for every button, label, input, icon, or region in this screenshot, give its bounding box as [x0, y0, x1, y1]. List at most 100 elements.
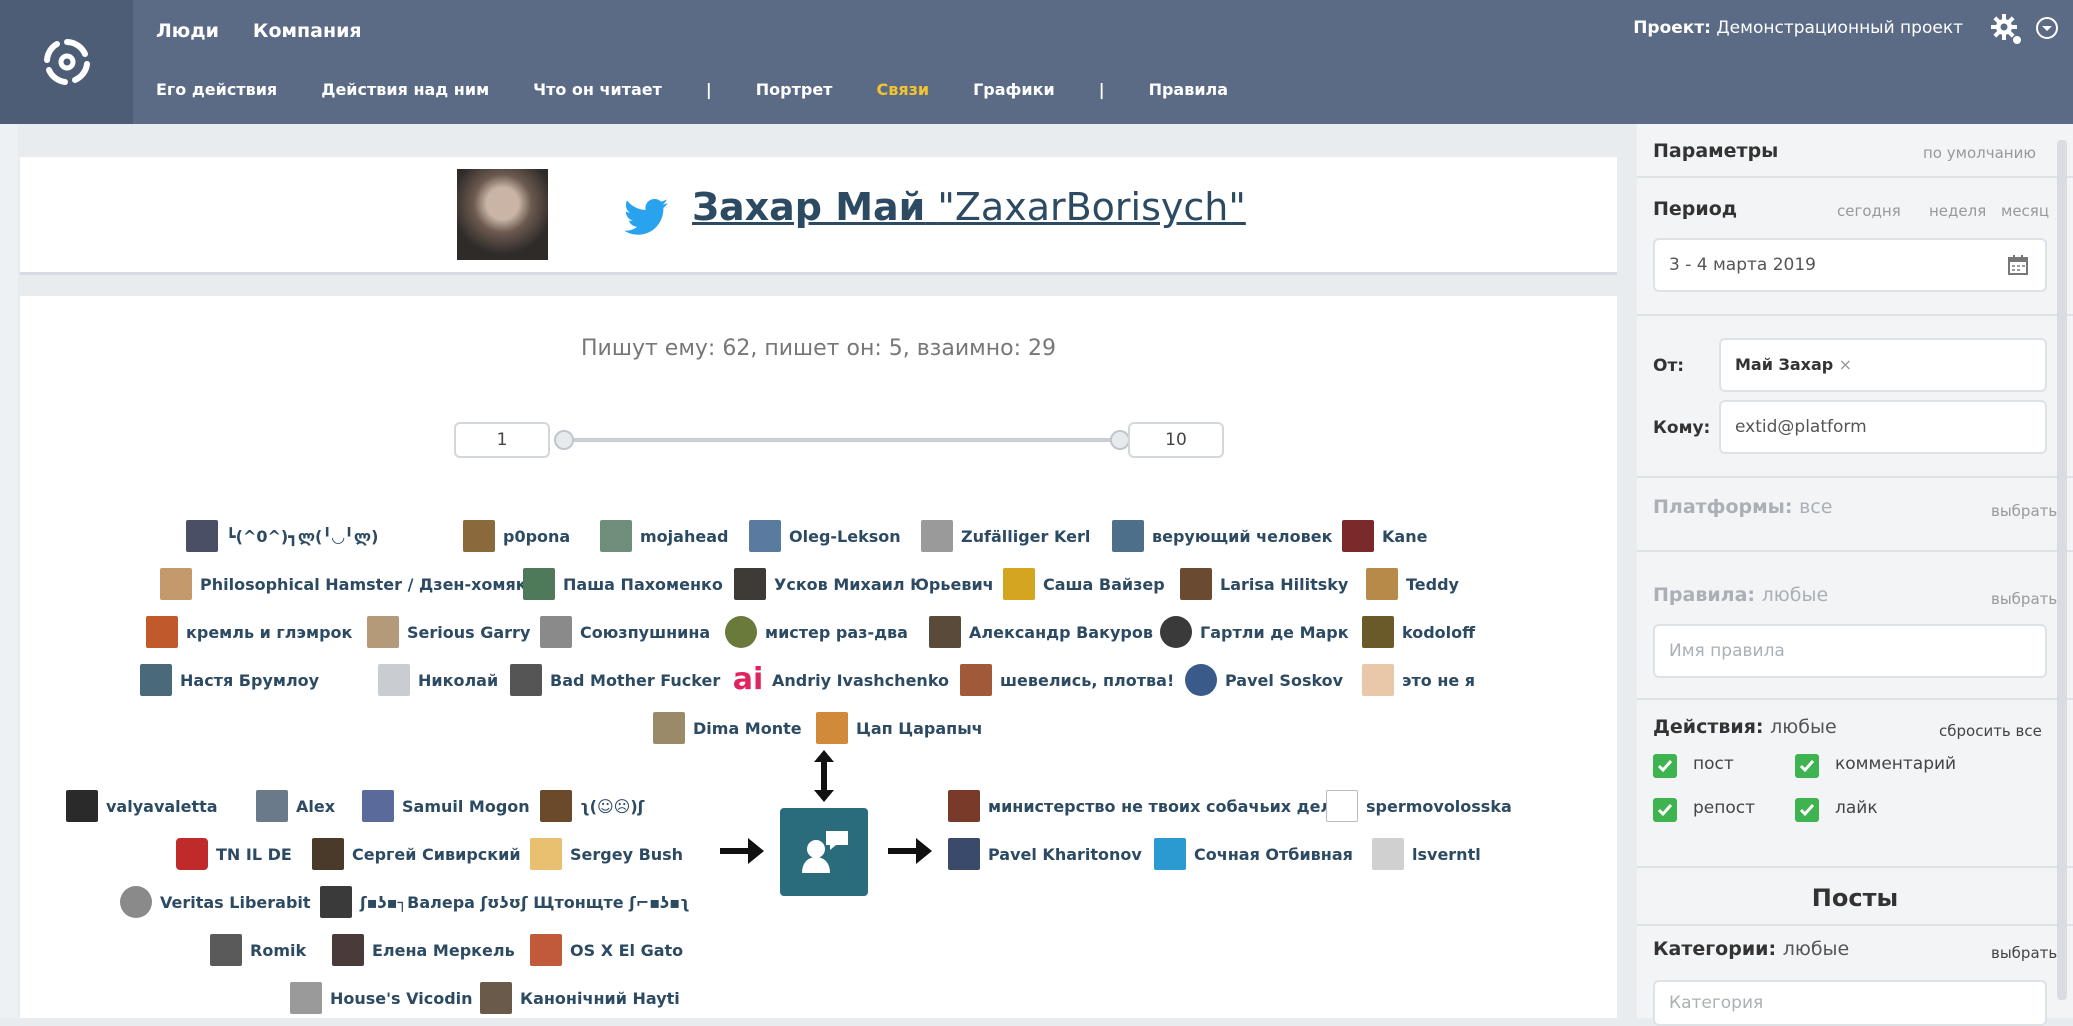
- node-chip[interactable]: kodoloff: [1362, 616, 1475, 648]
- checkbox-post[interactable]: [1653, 754, 1677, 778]
- tab-portrait[interactable]: Портрет: [756, 80, 833, 99]
- node-chip[interactable]: Сергей Сивирский: [312, 838, 521, 870]
- node-chip[interactable]: Александр Вакуров: [929, 616, 1153, 648]
- node-chip[interactable]: кремль и глэмрок: [146, 616, 352, 648]
- node-chip[interactable]: ┗(^0^)┓ლ(╹◡╹ლ): [186, 520, 378, 552]
- node-chip[interactable]: Канонічний Hayti: [480, 982, 680, 1014]
- node-chip[interactable]: Alex: [256, 790, 335, 822]
- node-label: spermovolosska: [1366, 796, 1512, 816]
- node-chip[interactable]: Teddy: [1366, 568, 1459, 600]
- gear-icon[interactable]: [1989, 12, 2025, 52]
- from-input[interactable]: Май Захар ×: [1719, 338, 2047, 392]
- node-chip[interactable]: Сочная Отбивная: [1154, 838, 1353, 870]
- node-chip[interactable]: p0pona: [463, 520, 570, 552]
- node-chip[interactable]: верующий человек: [1112, 520, 1332, 552]
- slider-track[interactable]: [564, 438, 1118, 442]
- period-date-input[interactable]: 3 - 4 марта 2019: [1653, 238, 2047, 292]
- node-label: Цап Царапыч: [856, 718, 983, 738]
- node-chip[interactable]: Настя Брумлоу: [140, 664, 319, 696]
- node-chip[interactable]: Sergey Bush: [530, 838, 683, 870]
- category-input[interactable]: Категория: [1653, 980, 2047, 1026]
- node-label: Елена Меркель: [372, 940, 515, 960]
- avatar: [1185, 664, 1217, 696]
- weight-range-slider[interactable]: 1 10: [454, 422, 1224, 458]
- node-chip[interactable]: Kane: [1342, 520, 1427, 552]
- nav-company[interactable]: Компания: [253, 20, 362, 42]
- node-chip[interactable]: ʅ(☺︎☹︎)ʃ: [540, 790, 644, 822]
- check-icon: [1799, 760, 1815, 773]
- node-chip[interactable]: valyavaletta: [66, 790, 218, 822]
- node-chip[interactable]: Bad Mother Fucker: [510, 664, 720, 696]
- slider-handle-min[interactable]: [554, 430, 574, 450]
- node-chip[interactable]: TN IL DE: [176, 838, 292, 870]
- node-chip[interactable]: министерство не твоих собачьих дел: [948, 790, 1332, 822]
- chevron-down-icon[interactable]: [2035, 16, 2059, 44]
- params-default-link[interactable]: по умолчанию: [1923, 144, 2036, 162]
- node-chip[interactable]: Елена Меркель: [332, 934, 515, 966]
- node-chip[interactable]: OS X El Gato: [530, 934, 683, 966]
- tab-his-actions[interactable]: Его действия: [156, 80, 277, 99]
- node-chip[interactable]: Oleg-Lekson: [749, 520, 901, 552]
- node-chip[interactable]: mojahead: [600, 520, 728, 552]
- profile-link[interactable]: Захар Май "ZaxarBorisych": [692, 185, 1246, 229]
- node-chip[interactable]: Romik: [210, 934, 306, 966]
- node-chip[interactable]: Veritas Liberabit: [120, 886, 311, 918]
- calendar-icon[interactable]: [2007, 254, 2029, 276]
- node-chip[interactable]: Pavel Soskov: [1185, 664, 1343, 696]
- checkbox-comment[interactable]: [1795, 754, 1819, 778]
- tab-actions-on-him[interactable]: Действия над ним: [321, 80, 489, 99]
- node-chip[interactable]: шевелись, плотва!: [960, 664, 1174, 696]
- node-chip[interactable]: spermovolosska: [1326, 790, 1512, 822]
- nav-people[interactable]: Люди: [156, 20, 219, 42]
- checkbox-like[interactable]: [1795, 798, 1819, 822]
- node-chip[interactable]: ʃ▪︎ʖ▪︎┐Валера ʃʊʖʊʃ Щтонщте ʃ⌐▪︎ʖ▪︎ʅ: [320, 886, 690, 918]
- node-chip[interactable]: Larisa Hilitsky: [1180, 568, 1348, 600]
- categories-choose-link[interactable]: выбрать: [1991, 944, 2057, 962]
- scrollbar[interactable]: [2057, 140, 2067, 1000]
- range-min-input[interactable]: 1: [454, 422, 550, 458]
- node-chip[interactable]: Паша Пахоменко: [523, 568, 723, 600]
- node-label: House's Vicodin: [330, 988, 473, 1008]
- center-user-node[interactable]: [780, 808, 868, 896]
- node-chip[interactable]: Цап Царапыч: [816, 712, 983, 744]
- node-chip[interactable]: Саша Вайзер: [1003, 568, 1165, 600]
- slider-handle-max[interactable]: [1110, 430, 1130, 450]
- to-input[interactable]: extid@platform: [1719, 400, 2047, 454]
- node-chip[interactable]: Dima Monte: [653, 712, 802, 744]
- node-chip[interactable]: Philosophical Hamster / Дзен-хомяк: [160, 568, 527, 600]
- node-chip[interactable]: это не я: [1362, 664, 1475, 696]
- actions-reset-link[interactable]: сбросить все: [1939, 722, 2042, 740]
- range-max-input[interactable]: 10: [1128, 422, 1224, 458]
- node-chip[interactable]: Гартли де Марк: [1160, 616, 1349, 648]
- node-chip[interactable]: Samuil Mogon: [362, 790, 530, 822]
- rule-name-input[interactable]: Имя правила: [1653, 624, 2047, 678]
- app-logo-icon[interactable]: [0, 0, 133, 124]
- period-title: Период: [1653, 198, 1738, 220]
- close-icon[interactable]: ×: [1839, 355, 1852, 374]
- node-chip[interactable]: ai Andriy Ivashchenko: [732, 664, 949, 696]
- platforms-choose-link[interactable]: выбрать: [1991, 502, 2057, 520]
- tab-rules[interactable]: Правила: [1149, 80, 1229, 99]
- tab-charts[interactable]: Графики: [973, 80, 1055, 99]
- node-chip[interactable]: House's Vicodin: [290, 982, 473, 1014]
- node-chip[interactable]: Zufälliger Kerl: [921, 520, 1090, 552]
- node-chip[interactable]: lsverntl: [1372, 838, 1481, 870]
- node-chip[interactable]: Pavel Kharitonov: [948, 838, 1142, 870]
- to-label: Кому:: [1653, 418, 1711, 438]
- node-chip[interactable]: Serious Garry: [367, 616, 530, 648]
- node-chip[interactable]: Усков Михаил Юрьевич: [734, 568, 994, 600]
- project-selector[interactable]: Проект: Демонстрационный проект: [1633, 18, 1963, 38]
- node-chip[interactable]: Николай: [378, 664, 498, 696]
- node-chip[interactable]: мистер раз-два: [725, 616, 908, 648]
- tab-connections[interactable]: Связи: [876, 80, 929, 99]
- arrow-right-icon: [888, 838, 932, 864]
- avatar: [530, 838, 562, 870]
- tab-what-he-reads[interactable]: Что он читает: [533, 80, 662, 99]
- rules-choose-link[interactable]: выбрать: [1991, 590, 2057, 608]
- node-chip[interactable]: Союзпушнина: [540, 616, 710, 648]
- period-today-link[interactable]: сегодня: [1837, 202, 1901, 220]
- period-month-link[interactable]: месяц: [2001, 202, 2049, 220]
- node-label: ʅ(☺︎☹︎)ʃ: [580, 796, 645, 816]
- period-week-link[interactable]: неделя: [1929, 202, 1986, 220]
- checkbox-repost[interactable]: [1653, 798, 1677, 822]
